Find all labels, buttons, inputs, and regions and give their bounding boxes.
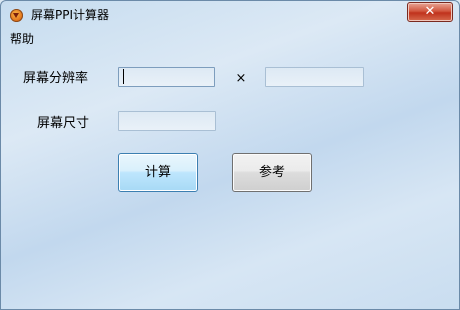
close-button[interactable]: ✕ xyxy=(407,2,453,22)
menu-help[interactable]: 帮助 xyxy=(10,31,34,47)
calculate-button[interactable]: 计算 xyxy=(118,153,198,192)
resolution-height-input[interactable] xyxy=(265,67,364,87)
text-caret xyxy=(123,69,124,84)
title-bar[interactable]: 屏幕PPI计算器 ✕ xyxy=(1,1,459,29)
screen-size-input[interactable] xyxy=(118,111,216,131)
size-label: 屏幕尺寸 xyxy=(37,116,90,131)
menu-bar: 帮助 xyxy=(1,29,459,49)
window-title: 屏幕PPI计算器 xyxy=(31,8,110,22)
main-window: 屏幕PPI计算器 ✕ 帮助 屏幕分辨率 × 屏幕尺寸 计算 参考 xyxy=(0,0,460,310)
resolution-width-input[interactable] xyxy=(118,67,215,87)
resolution-label: 屏幕分辨率 xyxy=(23,71,89,86)
reference-button[interactable]: 参考 xyxy=(232,153,312,192)
times-sign: × xyxy=(235,71,247,86)
app-logo-icon[interactable] xyxy=(10,9,23,22)
